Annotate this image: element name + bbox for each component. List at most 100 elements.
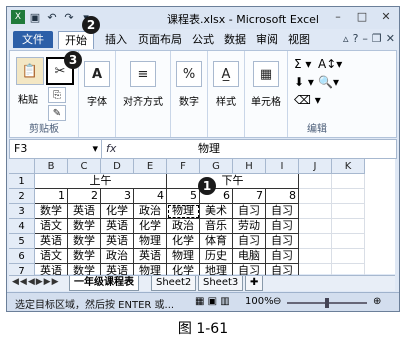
font-icon[interactable]: A	[84, 61, 110, 87]
group-font[interactable]: A 字体	[79, 51, 116, 137]
empty-cell[interactable]	[299, 189, 332, 204]
header-afternoon[interactable]: 下午	[167, 174, 299, 189]
row-header[interactable]: 6	[9, 249, 35, 264]
schedule-cell[interactable]: 政治	[167, 219, 200, 234]
period-cell[interactable]: 2	[68, 189, 101, 204]
empty-cell[interactable]	[332, 249, 365, 264]
period-cell[interactable]: 5	[167, 189, 200, 204]
empty-cell[interactable]	[299, 249, 332, 264]
close-icon[interactable]: ✕	[375, 8, 397, 25]
empty-cell[interactable]	[332, 234, 365, 249]
copied-cell-f3[interactable]: 物理	[167, 204, 200, 219]
autosum-icon[interactable]: Σ ▾	[294, 57, 311, 71]
empty-cell[interactable]	[332, 204, 365, 219]
sheet-tab-1[interactable]: 一年级课程表	[69, 276, 139, 291]
column-header[interactable]: K	[332, 159, 365, 174]
redo-icon[interactable]: ↷	[62, 10, 76, 24]
header-morning[interactable]: 上午	[35, 174, 167, 189]
schedule-cell[interactable]: 电脑	[233, 249, 266, 264]
empty-cell[interactable]	[332, 189, 365, 204]
empty-cell[interactable]	[332, 174, 365, 189]
period-cell[interactable]: 1	[35, 189, 68, 204]
zoom-level[interactable]: 100%	[245, 296, 274, 307]
tab-data[interactable]: 数据	[221, 31, 249, 48]
tab-formulas[interactable]: 公式	[189, 31, 217, 48]
schedule-cell[interactable]: 体育	[200, 234, 233, 249]
column-header[interactable]: B	[35, 159, 68, 174]
save-icon[interactable]: ▣	[28, 10, 42, 24]
column-header[interactable]: G	[200, 159, 233, 174]
format-painter-icon[interactable]: ✎	[48, 105, 66, 121]
period-cell[interactable]: 4	[134, 189, 167, 204]
column-header[interactable]: E	[134, 159, 167, 174]
sort-filter-icon[interactable]: A↕▾	[318, 57, 342, 71]
schedule-cell[interactable]: 美术	[200, 204, 233, 219]
schedule-cell[interactable]: 数学	[68, 219, 101, 234]
sheet-navigation-icon[interactable]: ◀◀◀▶▶▶	[12, 277, 60, 287]
name-box-dropdown-icon[interactable]: ▾	[92, 140, 98, 158]
tab-view[interactable]: 视图	[285, 31, 313, 48]
schedule-cell[interactable]: 化学	[101, 204, 134, 219]
row-header[interactable]: 5	[9, 234, 35, 249]
doc-close-icon[interactable]: ✕	[386, 32, 395, 45]
schedule-cell[interactable]: 英语	[35, 234, 68, 249]
schedule-cell[interactable]: 数学	[68, 249, 101, 264]
schedule-cell[interactable]: 物理	[134, 234, 167, 249]
insert-sheet-icon[interactable]: ✚	[245, 276, 264, 291]
sheet-tab-2[interactable]: Sheet2	[151, 276, 197, 291]
schedule-cell[interactable]: 自习	[266, 249, 299, 264]
schedule-cell[interactable]: 自习	[266, 219, 299, 234]
name-box[interactable]: F3 ▾	[10, 140, 102, 158]
schedule-cell[interactable]: 英语	[134, 249, 167, 264]
schedule-cell[interactable]: 历史	[200, 249, 233, 264]
insert-function-icon[interactable]: fx	[106, 140, 116, 158]
row-header[interactable]: 4	[9, 219, 35, 234]
column-header[interactable]: H	[233, 159, 266, 174]
zoom-slider-thumb[interactable]	[325, 298, 329, 308]
period-cell[interactable]: 8	[266, 189, 299, 204]
maximize-icon[interactable]: □	[351, 8, 373, 25]
paste-icon[interactable]: 📋	[16, 57, 44, 85]
select-all-corner[interactable]	[9, 159, 35, 174]
paste-button[interactable]: 粘贴	[12, 91, 44, 106]
zoom-in-icon[interactable]: ⊕	[373, 296, 381, 307]
view-buttons-icon[interactable]: ▦ ▣ ▥	[195, 296, 230, 307]
empty-cell[interactable]	[299, 174, 332, 189]
percent-icon[interactable]: %	[176, 61, 202, 87]
styles-icon[interactable]: A̲	[213, 61, 239, 87]
column-header[interactable]: F	[167, 159, 200, 174]
schedule-cell[interactable]: 自习	[266, 234, 299, 249]
schedule-cell[interactable]: 音乐	[200, 219, 233, 234]
schedule-cell[interactable]: 自习	[233, 204, 266, 219]
schedule-cell[interactable]: 英语	[68, 204, 101, 219]
undo-icon[interactable]: ↶	[45, 10, 59, 24]
row-header[interactable]: 3	[9, 204, 35, 219]
cells-icon[interactable]: ▦	[253, 61, 279, 87]
column-header[interactable]: C	[68, 159, 101, 174]
schedule-cell[interactable]: 英语	[101, 219, 134, 234]
column-header[interactable]: I	[266, 159, 299, 174]
alignment-icon[interactable]: ≡	[130, 61, 156, 87]
help-icon[interactable]: ?	[353, 32, 359, 45]
group-alignment[interactable]: ≡ 对齐方式	[116, 51, 171, 137]
empty-cell[interactable]	[299, 219, 332, 234]
period-cell[interactable]: 3	[101, 189, 134, 204]
minimize-icon[interactable]: –	[327, 8, 349, 25]
schedule-cell[interactable]: 英语	[101, 234, 134, 249]
period-cell[interactable]: 7	[233, 189, 266, 204]
tab-insert[interactable]: 插入	[102, 31, 130, 48]
row-header[interactable]: 1	[9, 174, 35, 189]
group-number[interactable]: % 数字	[171, 51, 208, 137]
clear-icon[interactable]: ⌫ ▾	[294, 93, 321, 107]
fill-icon[interactable]: ⬇ ▾	[294, 75, 314, 89]
schedule-cell[interactable]: 化学	[134, 219, 167, 234]
schedule-cell[interactable]: 化学	[167, 234, 200, 249]
row-header[interactable]: 2	[9, 189, 35, 204]
tab-page-layout[interactable]: 页面布局	[135, 31, 185, 48]
column-header[interactable]: D	[101, 159, 134, 174]
empty-cell[interactable]	[299, 204, 332, 219]
worksheet-grid[interactable]: B C D E F G H I J K 1 2 3 4 5 6 7 上午 下午 1 2 3 4 5 6 7 8 数学 英语 化学 政治 物理美…	[9, 159, 395, 279]
group-styles[interactable]: A̲ 样式	[208, 51, 245, 137]
column-header[interactable]: J	[299, 159, 332, 174]
empty-cell[interactable]	[332, 219, 365, 234]
